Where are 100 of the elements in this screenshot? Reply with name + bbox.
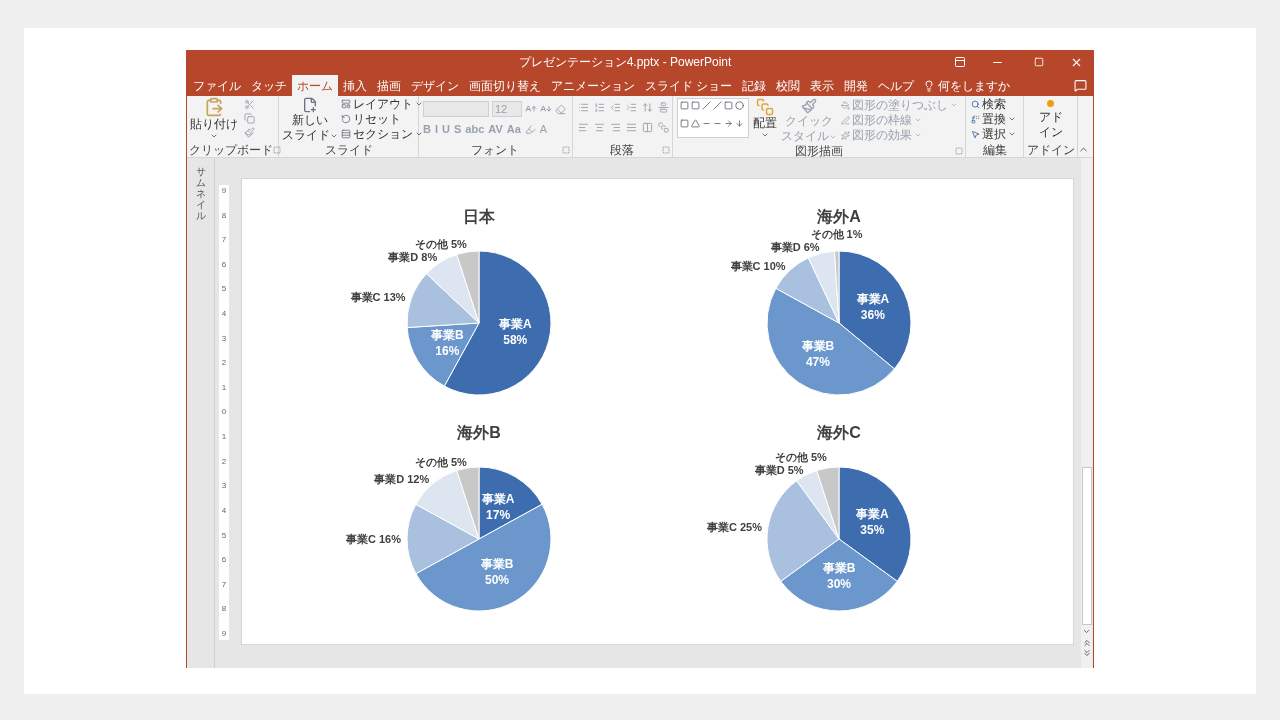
data-label: 事業C 13% [350, 290, 406, 303]
align-center-icon[interactable] [593, 122, 605, 133]
increase-indent-icon[interactable] [625, 102, 637, 113]
editing-button[interactable]: 置換 [971, 112, 1024, 126]
data-label: 事業C 10% [730, 260, 786, 273]
decrease-indent-icon[interactable] [609, 102, 621, 113]
ribbon-tab[interactable]: 描画 [372, 75, 406, 96]
shape-format-icon [840, 115, 850, 125]
brush-icon [800, 98, 817, 114]
line-spacing-icon[interactable] [641, 102, 653, 113]
caret-icon [949, 101, 958, 109]
editing-button[interactable]: 検索 [971, 97, 1024, 111]
stacked-squares-icon [755, 98, 774, 116]
tell-me-field[interactable]: 何をしますか [938, 76, 1011, 95]
ribbon-tab[interactable]: スライド ショー [640, 75, 738, 96]
clipboard-icon [204, 97, 224, 117]
caret-icon [415, 100, 423, 108]
chart-title: 海外C [817, 424, 861, 441]
caret-icon [210, 132, 218, 140]
group-label: クリップボード [189, 143, 273, 156]
slide-command-button[interactable]: レイアウト [341, 97, 423, 111]
comments-icon[interactable] [1074, 79, 1087, 92]
dialog-launcher-icon[interactable] [955, 146, 964, 155]
data-label: 事業B 30% [822, 561, 856, 592]
data-label: 事業C 25% [706, 520, 762, 533]
dialog-launcher-icon[interactable] [661, 145, 670, 154]
bullets-icon[interactable] [577, 102, 589, 113]
group-label: アドイン [1026, 143, 1075, 156]
data-label: 事業A 58% [498, 317, 532, 348]
scroll-down-icon[interactable] [1082, 627, 1091, 636]
data-label: 事業B 50% [480, 556, 514, 587]
ribbon-tab[interactable]: アニメーション [546, 75, 640, 96]
window-title: プレゼンテーション4.pptx - PowerPoint [517, 54, 733, 71]
slide-command-button[interactable]: リセット [341, 112, 423, 126]
align-right-icon[interactable] [609, 122, 621, 133]
ruler-number: 6 [221, 260, 227, 269]
ribbon-tab[interactable]: ヘルプ [873, 75, 920, 96]
chart-title: 日本 [463, 208, 495, 225]
ribbon-tab[interactable]: 開発 [839, 75, 874, 96]
ruler-number: 7 [221, 236, 227, 245]
shapes-gallery[interactable] [676, 98, 749, 138]
ruler-number: 1 [221, 383, 227, 392]
ruler-number: 9 [221, 629, 227, 638]
ribbon-tab[interactable]: 校閲 [771, 75, 806, 96]
group-label: 図形描画 [794, 144, 843, 157]
ruler-number: 2 [221, 359, 227, 368]
ribbon-tab[interactable]: ホーム [292, 75, 338, 96]
paste-button[interactable]: 貼り付け [190, 97, 238, 142]
ruler-number: 7 [221, 580, 227, 589]
justify-icon[interactable] [625, 122, 637, 133]
dialog-launcher-icon[interactable] [273, 145, 281, 154]
ribbon-tab[interactable]: ファイル [188, 75, 246, 96]
editing-icon [971, 99, 981, 109]
format-painter-icon[interactable] [244, 127, 255, 138]
slide-command-button[interactable]: セクション [341, 127, 423, 141]
data-label: 事業B 47% [801, 338, 835, 369]
thumbnail-pane-label[interactable]: サムネイル [195, 166, 206, 221]
ribbon-tab[interactable]: 表示 [805, 75, 840, 96]
chart-title: 海外B [457, 424, 501, 441]
ruler-number: 9 [221, 187, 227, 195]
data-label: その他 1% [810, 228, 863, 241]
previous-slide-icon[interactable] [1081, 638, 1092, 648]
data-label: 事業C 16% [345, 533, 401, 545]
cut-icon[interactable] [244, 99, 255, 110]
ribbon-tab[interactable]: 挿入 [338, 75, 372, 96]
next-slide-icon[interactable] [1081, 648, 1092, 658]
group-label: 編集 [982, 143, 1007, 156]
numbering-icon[interactable] [593, 102, 605, 113]
align-left-icon[interactable] [577, 122, 589, 133]
scrollbar-thumb[interactable] [1081, 467, 1092, 625]
caret-icon [760, 131, 769, 139]
shape-icon[interactable] [724, 118, 734, 128]
ribbon-tab[interactable]: 画面切り替え [464, 75, 546, 96]
ruler-number: 3 [221, 334, 227, 343]
ruler-number: 6 [221, 556, 227, 565]
lightbulb-icon[interactable] [923, 79, 936, 92]
data-label: 事業A 17% [481, 491, 515, 522]
ribbon-tab[interactable]: タッチ [246, 75, 292, 96]
chart-title: 海外A [817, 208, 861, 225]
group-label: フォント [471, 143, 520, 156]
ruler-number: 0 [221, 408, 227, 417]
shape-format-icon [840, 100, 850, 110]
data-label: 事業A 35% [856, 507, 889, 537]
ribbon-display-icon[interactable] [954, 56, 966, 68]
ribbon-tab[interactable]: 記録 [737, 75, 772, 96]
shape-icon[interactable] [735, 118, 745, 128]
new-slide-icon [302, 97, 318, 113]
group-label: 段落 [610, 143, 635, 156]
maximize-icon[interactable] [1034, 57, 1044, 67]
ruler-number: 1 [221, 433, 227, 442]
editing-icon [971, 129, 981, 139]
editing-icon [971, 114, 981, 124]
group-label: スライド [324, 144, 373, 156]
ribbon-tab[interactable]: デザイン [406, 75, 464, 96]
new-slide-button[interactable]: 新しい スライド [282, 97, 338, 143]
add-ins-button[interactable]: アド イン [1038, 100, 1063, 142]
editing-button[interactable]: 選択 [971, 127, 1024, 141]
arrange-button[interactable]: 配置 [752, 98, 777, 144]
copy-icon[interactable] [244, 113, 255, 124]
columns-icon[interactable] [641, 122, 653, 133]
